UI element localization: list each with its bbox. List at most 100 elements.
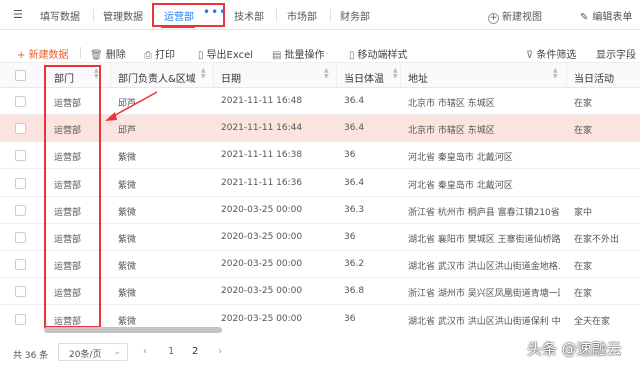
cell-activity: 家中 — [574, 207, 593, 218]
column-header-temp[interactable]: 当日体温 — [344, 70, 384, 85]
cell-owner: 紫微 — [118, 235, 137, 245]
sort-icon[interactable]: ▲ ▼ — [324, 68, 329, 80]
delete-button[interactable]: 🗑 删除 — [90, 46, 126, 61]
column-header-owner[interactable]: 部门负责人&区域 — [118, 70, 196, 85]
print-button[interactable]: ⎙ 打印 — [144, 46, 175, 61]
cell-date: 2020-03-25 00:00 — [221, 204, 303, 215]
toolbar: + 新建数据 🗑 删除 ⎙ 打印 ▯ 导出Excel ▤ 批量操作 ▯ 移动端样式 ⊽ 条件… — [0, 40, 640, 64]
tab-finance[interactable]: 财务部 — [340, 8, 370, 23]
cell-date: 2020-03-25 00:00 — [221, 313, 303, 324]
row-checkbox[interactable] — [15, 150, 26, 162]
cell-date: 2021-11-11 16:38 — [221, 150, 303, 161]
page-1-button[interactable]: 1 — [168, 346, 174, 357]
cell-activity: 在家 — [574, 262, 593, 273]
chevron-down-icon: ⌄ — [113, 347, 121, 357]
tab-divider — [93, 9, 94, 21]
cell-temp: 36.4 — [344, 177, 365, 188]
delete-label: 删除 — [105, 50, 126, 61]
cell-address: 湖北省 武汉市 洪山区洪山街道保利 中... — [408, 316, 560, 326]
new-view-button[interactable]: + 新建视图 — [488, 8, 542, 24]
tab-market[interactable]: 市场部 — [287, 8, 317, 23]
cell-owner: 紫微 — [118, 207, 137, 218]
new-data-button[interactable]: + 新建数据 — [17, 46, 69, 61]
column-header-date[interactable]: 日期 — [221, 70, 241, 85]
cell-address: 河北省 秦皇岛市 北戴河区 — [408, 153, 513, 164]
dept-column-highlight-box — [44, 65, 101, 328]
cell-address: 浙江省 杭州市 桐庐县 富春江镇210省道 — [408, 207, 560, 218]
tab-bar: ☰ 填写数据 管理数据 运营部 ••• 技术部 市场部 财务部 + 新建视图 ✎ 编… — [0, 0, 640, 30]
menu-icon[interactable]: ☰ — [13, 8, 23, 21]
total-count: 共 36 条 — [13, 351, 49, 361]
scrollbar-thumb[interactable] — [44, 327, 222, 333]
sort-icon[interactable]: ▲ ▼ — [553, 68, 558, 80]
cell-date: 2021-11-11 16:48 — [221, 96, 303, 106]
cell-owner: 紫微 — [118, 316, 137, 326]
cell-temp: 36.4 — [344, 123, 365, 134]
row-checkbox[interactable] — [15, 96, 26, 107]
select-all-checkbox[interactable] — [15, 70, 26, 81]
mobile-icon: ▯ — [349, 50, 355, 61]
cell-activity: 在家 — [574, 289, 593, 300]
next-page-icon[interactable]: › — [218, 346, 222, 357]
page-size-value: 20条/页 — [69, 350, 102, 360]
row-checkbox[interactable] — [15, 177, 26, 189]
cell-date: 2021-11-11 16:36 — [221, 177, 303, 188]
plus-circle-icon: + — [488, 13, 499, 24]
cell-temp: 36 — [344, 150, 356, 161]
cell-address: 湖北省 武汉市 洪山区洪山街道金地格... — [408, 262, 560, 273]
cell-address: 湖北省 襄阳市 樊城区 王寨街道仙桥路 — [408, 235, 560, 245]
filter-label: 条件筛选 — [536, 50, 577, 61]
cell-address: 北京市 市辖区 东城区 — [408, 99, 495, 109]
cell-address: 河北省 秦皇岛市 北戴河区 — [408, 180, 513, 191]
cell-address: 浙江省 湖州市 吴兴区凤凰街道青塘一路... — [408, 289, 560, 300]
cell-date: 2020-03-25 00:00 — [221, 259, 303, 270]
file-icon: ▯ — [198, 50, 204, 61]
filter-button[interactable]: ⊽ 条件筛选 — [526, 46, 576, 61]
row-checkbox[interactable] — [15, 259, 26, 271]
cell-activity: 全天在家 — [574, 316, 611, 326]
cell-activity: 在家不外出 — [574, 235, 620, 245]
row-checkbox[interactable] — [15, 286, 26, 298]
edit-form-label: 编辑表单 — [592, 12, 633, 23]
export-label: 导出Excel — [206, 50, 254, 61]
column-header-activity[interactable]: 当日活动 — [574, 70, 614, 85]
row-checkbox[interactable] — [15, 123, 26, 135]
cell-date: 2020-03-25 00:00 — [221, 286, 303, 297]
row-checkbox[interactable] — [15, 313, 26, 325]
cell-owner: 邱芦 — [118, 126, 137, 137]
batch-icon: ▤ — [272, 50, 282, 61]
display-fields-button[interactable]: 显示字段 — [596, 46, 636, 61]
cell-temp: 36.4 — [344, 96, 365, 106]
row-checkbox[interactable] — [15, 204, 26, 216]
tab-tech[interactable]: 技术部 — [234, 8, 264, 23]
tab-fill-data[interactable]: 填写数据 — [40, 8, 80, 23]
prev-page-icon[interactable]: ‹ — [143, 346, 147, 357]
column-header-address[interactable]: 地址 — [408, 70, 428, 85]
batch-operation-button[interactable]: ▤ 批量操作 — [272, 46, 324, 61]
cell-temp: 36.3 — [344, 204, 365, 215]
cell-owner: 紫微 — [118, 180, 137, 191]
trash-icon: 🗑 — [90, 50, 103, 61]
sort-icon[interactable]: ▲ ▼ — [201, 68, 206, 80]
cell-activity: 在家 — [574, 126, 593, 137]
cell-temp: 36 — [344, 313, 356, 324]
page-2-button[interactable]: 2 — [192, 346, 198, 357]
tab-divider — [276, 9, 277, 21]
edit-form-button[interactable]: ✎ 编辑表单 — [580, 8, 632, 23]
printer-icon: ⎙ — [144, 50, 152, 61]
tab-divider — [330, 9, 331, 21]
mobile-style-label: 移动端样式 — [357, 50, 408, 61]
export-excel-button[interactable]: ▯ 导出Excel — [198, 46, 253, 61]
tab-manage-data[interactable]: 管理数据 — [103, 8, 143, 23]
cell-activity: 在家 — [574, 99, 593, 109]
mobile-style-button[interactable]: ▯ 移动端样式 — [349, 46, 408, 61]
page-size-select[interactable]: 20条/页 ⌄ — [58, 343, 128, 361]
row-checkbox[interactable] — [15, 232, 26, 243]
toolbar-divider — [80, 47, 81, 58]
active-tab-highlight-box — [152, 3, 225, 27]
filter-icon: ⊽ — [526, 50, 534, 61]
sort-icon[interactable]: ▲ ▼ — [393, 68, 398, 80]
batch-label: 批量操作 — [284, 50, 325, 61]
cell-owner: 紫微 — [118, 153, 137, 164]
cell-date: 2020-03-25 00:00 — [221, 232, 303, 242]
